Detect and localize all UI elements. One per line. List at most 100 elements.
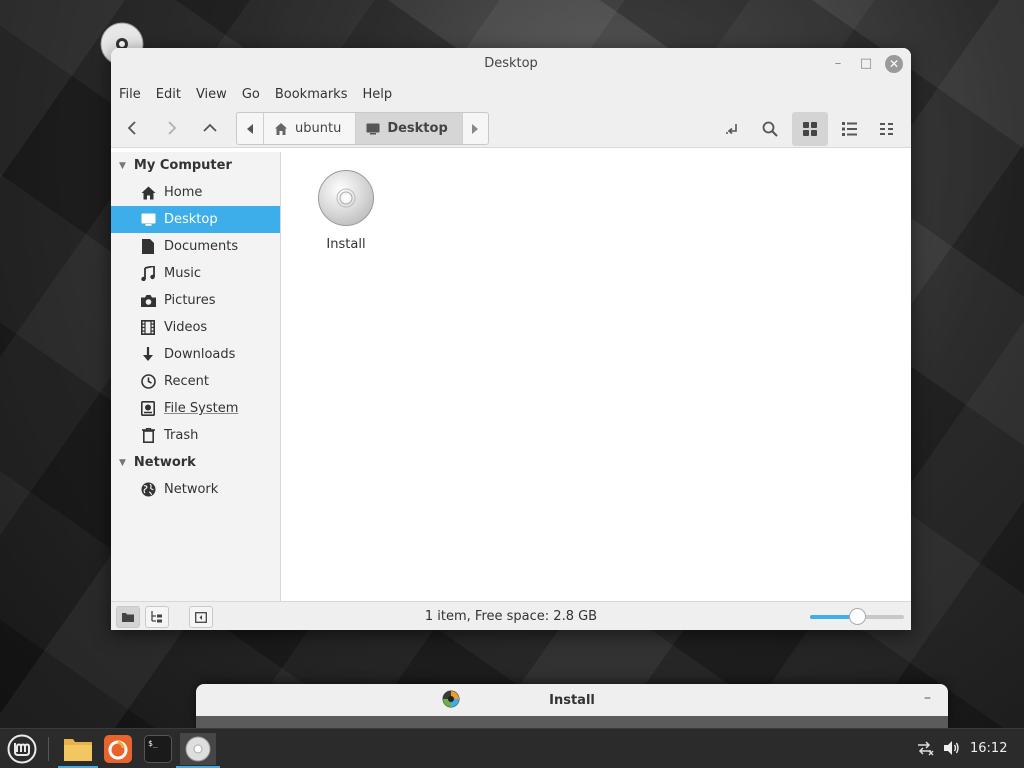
- window-title: Desktop: [484, 56, 538, 71]
- film-icon: [140, 320, 156, 336]
- content-area: ▼ My Computer Home Desktop Documents Mus…: [111, 152, 911, 601]
- file-label: Install: [326, 237, 366, 252]
- taskbar-files[interactable]: [58, 733, 98, 768]
- chevron-up-icon: [203, 123, 217, 132]
- sidebar-item-label: Downloads: [164, 347, 236, 362]
- svg-text:$_: $_: [148, 739, 158, 748]
- file-item-install[interactable]: Install: [317, 169, 375, 252]
- globe-icon: [140, 482, 156, 498]
- section-title: My Computer: [133, 158, 232, 173]
- sidebar-item-downloads[interactable]: Downloads: [111, 341, 280, 368]
- up-button[interactable]: [195, 113, 225, 143]
- sidebar-section-my-computer[interactable]: ▼ My Computer: [111, 152, 280, 179]
- sidebar-item-label: Trash: [164, 428, 199, 443]
- trash-icon: [140, 428, 156, 444]
- sidebar-item-label: Pictures: [164, 293, 216, 308]
- search-icon: [762, 121, 778, 137]
- breadcrumb-right-arrow[interactable]: [461, 113, 488, 144]
- menu-go[interactable]: Go: [242, 87, 269, 102]
- sidebar-item-label: File System: [164, 401, 239, 416]
- sidebar-item-network[interactable]: Network: [111, 476, 280, 503]
- sidebar-item-documents[interactable]: Documents: [111, 233, 280, 260]
- sidebar: ▼ My Computer Home Desktop Documents Mus…: [111, 152, 281, 601]
- menu-help[interactable]: Help: [362, 87, 401, 102]
- sidebar-item-label: Desktop: [164, 212, 218, 227]
- folder-icon: [64, 739, 92, 761]
- disc-icon: [318, 170, 374, 226]
- close-button[interactable]: ✕: [885, 55, 903, 73]
- breadcrumb-label: Desktop: [387, 121, 448, 136]
- zoom-slider-knob[interactable]: [849, 608, 866, 625]
- menu-view[interactable]: View: [196, 87, 236, 102]
- list-view-button[interactable]: [831, 112, 867, 146]
- compact-view-button[interactable]: [869, 112, 905, 146]
- status-text: 1 item, Free space: 2.8 GB: [424, 609, 598, 624]
- breadcrumb-desktop[interactable]: Desktop: [355, 113, 462, 144]
- menu-bookmarks[interactable]: Bookmarks: [275, 87, 357, 102]
- volume-icon[interactable]: [943, 740, 961, 760]
- menu-file[interactable]: File: [119, 87, 150, 102]
- home-icon: [274, 122, 288, 136]
- sidebar-item-desktop[interactable]: Desktop: [111, 206, 280, 233]
- triangle-right-icon: [472, 123, 479, 134]
- install-dialog: Install –: [196, 684, 948, 728]
- icon-view-button[interactable]: [792, 112, 828, 146]
- menu-button[interactable]: [6, 733, 38, 765]
- sidebar-item-label: Documents: [164, 239, 239, 254]
- triangle-down-icon: ▼: [119, 457, 126, 468]
- drive-icon: [140, 401, 156, 417]
- statusbar: 1 item, Free space: 2.8 GB: [111, 601, 911, 630]
- taskbar-separator: [48, 737, 49, 761]
- menubar: File Edit View Go Bookmarks Help: [111, 80, 911, 108]
- terminal-icon: $_: [144, 735, 172, 763]
- breadcrumb-label: ubuntu: [295, 121, 342, 136]
- taskbar: $_ 16:12: [0, 728, 1024, 768]
- sidebar-item-recent[interactable]: Recent: [111, 368, 280, 395]
- clock[interactable]: 16:12: [970, 741, 1007, 756]
- desktop-icon: [366, 123, 380, 135]
- file-manager-window: Desktop – □ ✕ File Edit View Go Bookmark…: [111, 48, 911, 630]
- grid-icon: [803, 122, 817, 136]
- toolbar: ubuntu Desktop: [111, 108, 911, 148]
- breadcrumb: ubuntu Desktop: [236, 112, 489, 145]
- sidebar-item-label: Home: [164, 185, 203, 200]
- network-icon[interactable]: [916, 740, 934, 760]
- search-button[interactable]: [752, 112, 788, 146]
- home-icon: [140, 185, 156, 201]
- breadcrumb-left-arrow[interactable]: [237, 113, 263, 144]
- sidebar-item-trash[interactable]: Trash: [111, 422, 280, 449]
- sidebar-item-pictures[interactable]: Pictures: [111, 287, 280, 314]
- taskbar-install[interactable]: [176, 733, 220, 768]
- sidebar-item-home[interactable]: Home: [111, 179, 280, 206]
- sidebar-item-videos[interactable]: Videos: [111, 314, 280, 341]
- desktop-icon: [140, 212, 156, 228]
- music-icon: [140, 266, 156, 282]
- dialog-minimize-button[interactable]: –: [924, 690, 931, 706]
- minimize-button[interactable]: –: [829, 55, 847, 73]
- sidebar-item-label: Recent: [164, 374, 209, 389]
- document-icon: [140, 239, 156, 255]
- forward-button[interactable]: [156, 113, 186, 143]
- maximize-button[interactable]: □: [857, 55, 875, 73]
- sidebar-item-label: Network: [164, 482, 219, 497]
- triangle-left-icon: [247, 123, 253, 134]
- section-title: Network: [133, 455, 196, 470]
- breadcrumb-ubuntu[interactable]: ubuntu: [263, 113, 355, 144]
- chevron-left-icon: [127, 121, 136, 135]
- sidebar-item-music[interactable]: Music: [111, 260, 280, 287]
- sidebar-item-label: Videos: [164, 320, 208, 335]
- taskbar-firefox[interactable]: [102, 733, 134, 765]
- mint-logo-icon: [7, 734, 37, 764]
- download-icon: [140, 347, 156, 363]
- zoom-slider[interactable]: [810, 608, 904, 625]
- location-entry-icon: [726, 124, 737, 135]
- file-view[interactable]: Install: [281, 152, 911, 601]
- toggle-location-button[interactable]: [714, 112, 750, 146]
- menu-edit[interactable]: Edit: [156, 87, 190, 102]
- sidebar-item-file-system[interactable]: File System: [111, 395, 280, 422]
- taskbar-terminal[interactable]: $_: [142, 733, 174, 765]
- compact-grid-icon: [880, 123, 893, 135]
- back-button[interactable]: [118, 113, 148, 143]
- list-icon: [841, 122, 857, 136]
- sidebar-section-network[interactable]: ▼ Network: [111, 449, 280, 476]
